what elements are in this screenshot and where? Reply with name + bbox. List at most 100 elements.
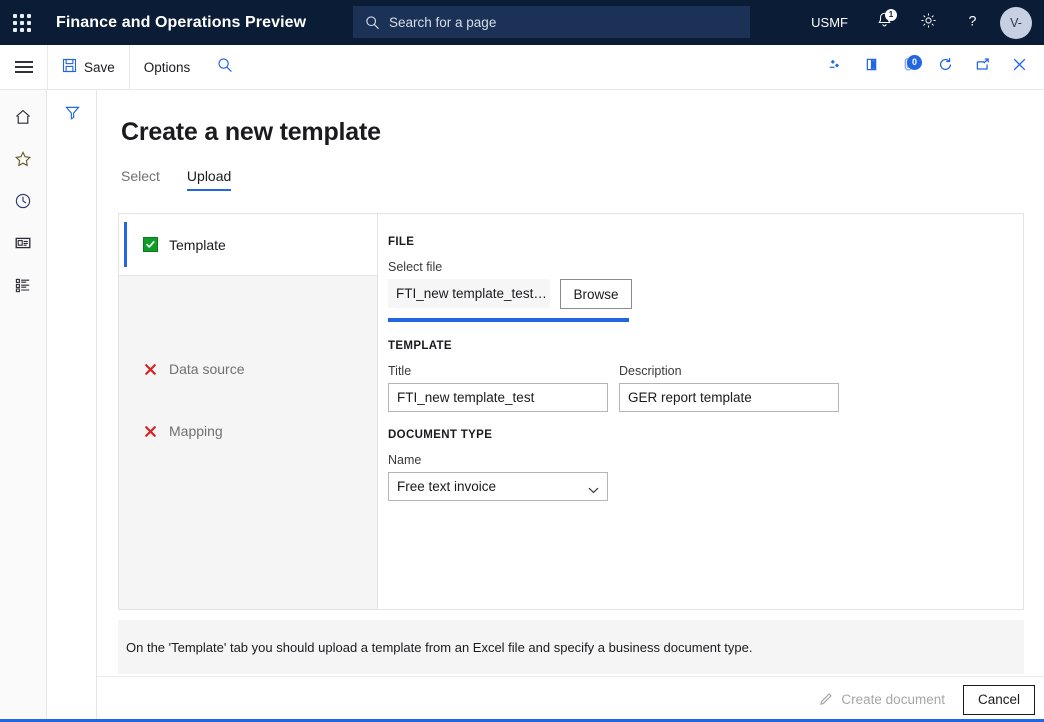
app-title: Finance and Operations Preview [56,13,307,31]
wizard-step-data-source[interactable]: Data source [119,338,377,400]
office-open-icon-button[interactable] [853,45,890,89]
file-section-heading: FILE [388,236,415,248]
tab-strip: Select Upload [121,168,232,191]
document-type-field-group: Name Free text invoice [388,453,1023,501]
filter-funnel-icon [63,103,82,127]
save-button[interactable]: Save [48,45,129,89]
rail-item-recent[interactable] [0,182,47,224]
office-open-icon [863,56,880,78]
hamburger-icon [14,57,33,76]
refresh-button[interactable] [927,45,964,89]
wizard-step-mapping[interactable]: Mapping [119,400,377,462]
left-navigation-rail [0,90,47,722]
global-search-placeholder: Search for a page [389,14,497,30]
cancel-button[interactable]: Cancel [962,684,1035,715]
help-button[interactable]: ? [950,0,994,45]
user-avatar[interactable]: V- [1000,6,1032,39]
relationships-icon-button[interactable] [816,45,853,89]
top-navigation-bar: Finance and Operations Preview Search fo… [0,0,1044,45]
settings-button[interactable] [906,0,950,45]
info-message-bar: On the 'Template' tab you should upload … [118,620,1024,674]
document-type-select-wrapper: Free text invoice [388,472,608,501]
open-in-new-window-icon [974,56,991,78]
favorites-star-icon [13,149,33,174]
command-bar: Save Options 0 [0,45,1044,90]
command-search-button[interactable] [204,45,246,89]
document-type-name-label: Name [388,453,422,467]
gear-icon [919,11,938,35]
info-message-text: On the 'Template' tab you should upload … [126,639,753,655]
wizard-step-template-label: Template [169,236,226,253]
rail-item-favorites[interactable] [0,140,47,182]
document-type-selected-value: Free text invoice [397,479,497,494]
company-selector[interactable]: USMF [797,15,862,30]
pencil-edit-icon [819,691,834,709]
open-in-new-window-button[interactable] [964,45,1001,89]
template-description-input[interactable] [619,383,839,412]
page-title: Create a new template [121,118,381,146]
template-title-label: Title [388,364,412,378]
rail-item-workspaces[interactable] [0,224,47,266]
wizard-step-template[interactable]: Template [119,214,377,276]
create-document-label: Create document [841,692,945,707]
svg-text:?: ? [968,13,976,29]
workspaces-icon [13,233,33,258]
wizard-card: Template Data source Mapping FILE Select… [118,213,1024,610]
template-title-field-group: Title [388,364,608,412]
template-title-input[interactable] [388,383,608,412]
search-icon [365,15,380,30]
template-section-heading: TEMPLATE [388,340,452,352]
selected-file-name[interactable]: FTI_new template_test… [388,279,550,308]
wizard-step-mapping-label: Mapping [169,423,223,439]
upload-progress-fill [388,318,629,322]
red-x-icon [143,424,158,439]
global-search-box[interactable]: Search for a page [353,6,750,38]
dialog-footer: Create document Cancel [97,676,1044,722]
app-launcher-button[interactable] [0,0,44,45]
green-check-icon [143,237,158,252]
refresh-icon [937,56,954,78]
command-bar-right-group: 0 [816,45,1038,89]
select-file-label: Select file [388,260,443,274]
question-mark-icon: ? [963,11,982,35]
notification-count-badge: 1 [885,9,897,21]
rail-item-home[interactable] [0,98,47,140]
browse-button[interactable]: Browse [560,279,632,309]
filter-pane [47,90,97,722]
template-description-field-group: Description [619,364,839,412]
tab-upload[interactable]: Upload [186,168,232,191]
template-fields-row: Title Description [388,364,1023,412]
wizard-step-panel: FILE Select file FTI_new template_test… … [378,214,1023,609]
wizard-step-list: Template Data source Mapping [119,214,378,609]
app-launcher-icon [13,13,31,32]
main-content-area: Create a new template Select Upload Temp… [97,90,1044,722]
options-button[interactable]: Options [130,45,205,89]
wizard-step-spacer-1 [119,276,377,338]
navigation-menu-button[interactable] [0,45,47,89]
close-button[interactable] [1001,45,1038,89]
tab-select[interactable]: Select [121,168,160,191]
attachments-button[interactable]: 0 [890,45,927,89]
recent-clock-icon [13,191,33,216]
save-disk-icon [62,58,77,76]
filter-button[interactable] [47,95,97,135]
top-nav-right-group: USMF 1 ? V- [797,0,1044,45]
relationships-icon [826,56,843,78]
rail-item-modules[interactable] [0,266,47,308]
template-description-label: Description [619,364,682,378]
document-type-section-heading: DOCUMENT TYPE [388,429,493,441]
document-type-select[interactable]: Free text invoice [388,472,608,501]
wizard-step-data-source-label: Data source [169,361,245,377]
upload-progress-bar [388,318,629,322]
create-document-button[interactable]: Create document [813,686,951,714]
file-input-row: FTI_new template_test… Browse [388,279,1023,309]
close-icon [1010,55,1029,79]
attachment-count-badge: 0 [907,55,922,70]
save-label: Save [84,59,115,75]
options-label: Options [143,59,191,75]
red-x-icon [143,362,158,377]
search-icon [217,57,233,78]
modules-list-icon [13,275,33,300]
home-icon [13,107,33,132]
notifications-button[interactable]: 1 [862,0,906,45]
